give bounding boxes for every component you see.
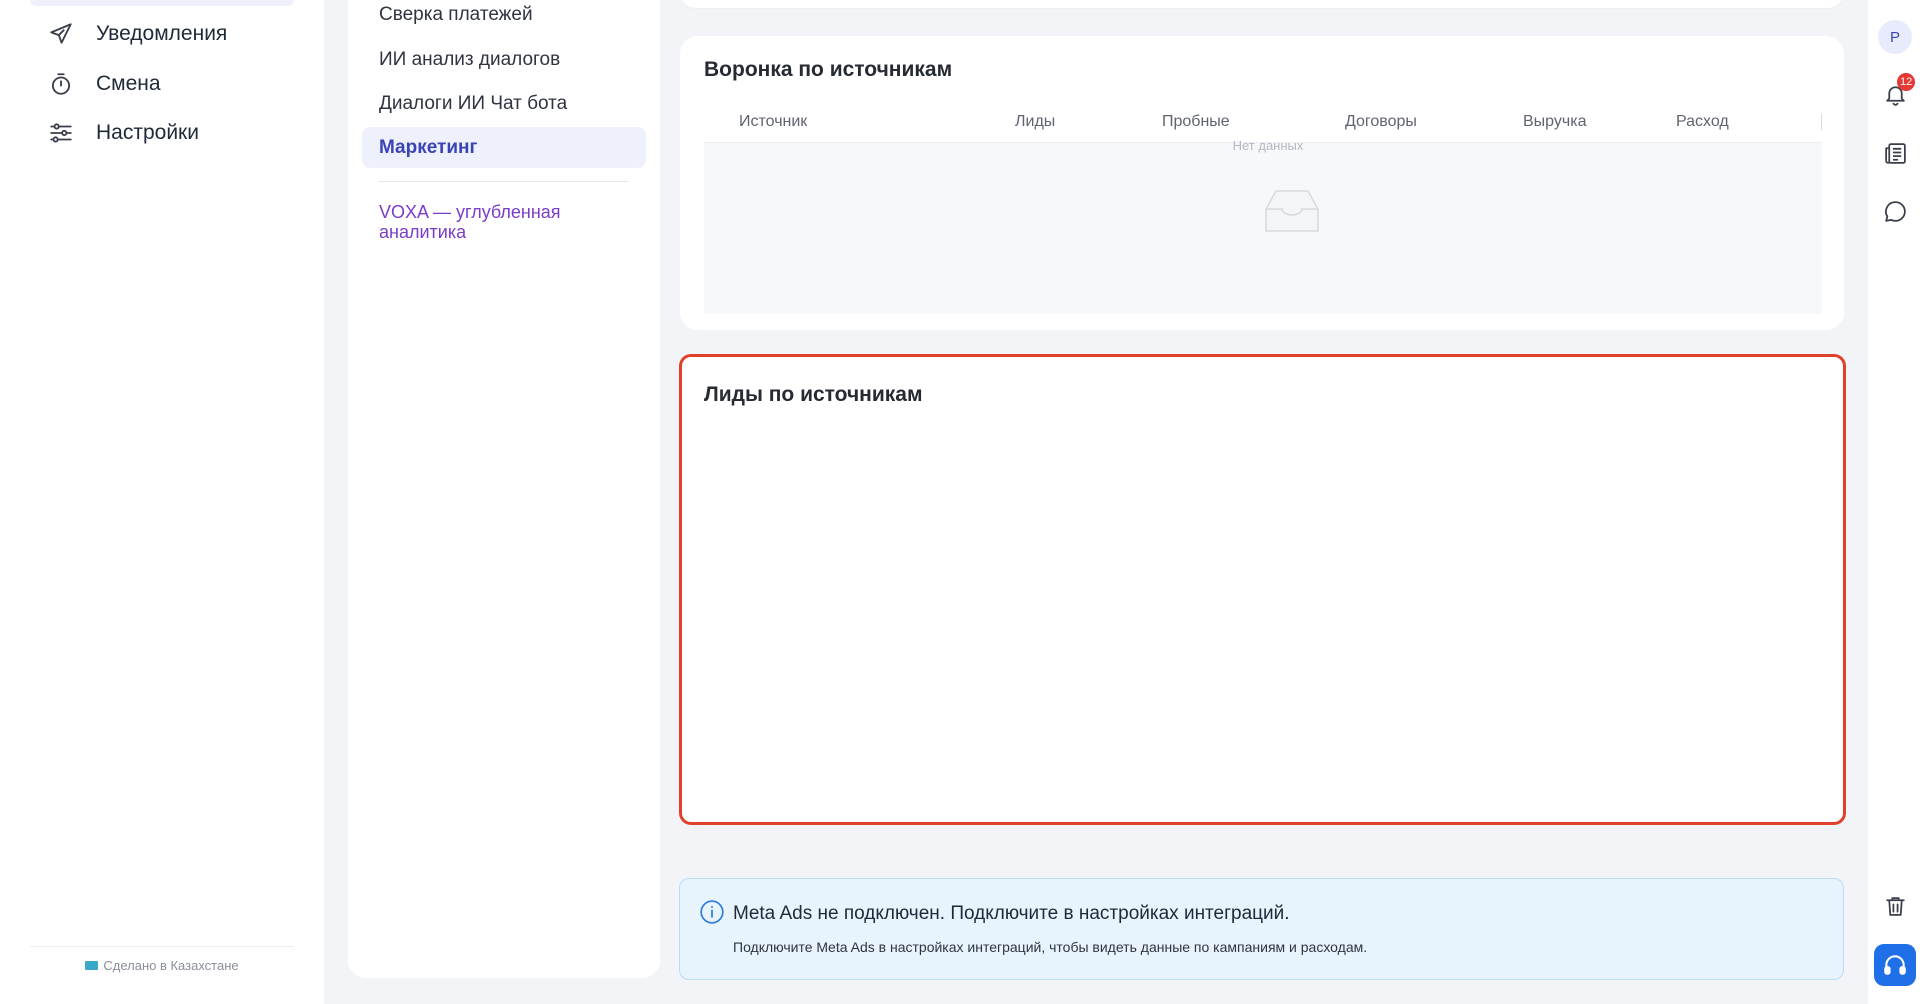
news-button[interactable]: [1881, 139, 1909, 167]
trash-icon: [1885, 896, 1905, 916]
table-body-empty: [704, 143, 1822, 314]
card-title: Лиды по источникам: [704, 383, 923, 406]
chat-button[interactable]: [1881, 197, 1909, 225]
sidebar-item-label: Уведомления: [96, 22, 228, 45]
newspaper-icon: [1884, 142, 1906, 164]
timer-icon: [46, 69, 76, 99]
user-avatar[interactable]: P: [1878, 20, 1912, 54]
sidebar-footer-divider: [30, 946, 294, 947]
info-icon: [700, 900, 724, 924]
sliders-icon: [46, 118, 76, 148]
submenu-item-marketing[interactable]: Маркетинг: [379, 137, 477, 159]
sidebar-item-label: Смена: [96, 72, 161, 95]
submenu-item-ai-chatbot-dialogs[interactable]: Диалоги ИИ Чат бота: [379, 93, 567, 115]
card-title: Воронка по источникам: [704, 58, 953, 81]
leads-by-source-card: Лиды по источникам: [679, 354, 1846, 825]
meta-ads-info-alert: Meta Ads не подключен. Подключите в наст…: [679, 878, 1844, 980]
alert-description: Подключите Meta Ads в настройках интегра…: [733, 939, 1368, 955]
sidebar-item-label: Настройки: [96, 121, 199, 144]
sidebar-item-notifications[interactable]: Уведомления: [46, 14, 227, 54]
voxa-analytics-link[interactable]: VOXA — углубленная аналитика: [379, 202, 629, 242]
funnel-by-source-card: Воронка по источникам Источник Лиды Проб…: [680, 36, 1844, 330]
support-button[interactable]: [1874, 944, 1916, 986]
submenu-item-ai-dialog-analysis[interactable]: ИИ анализ диалогов: [379, 49, 560, 71]
kazakhstan-flag-icon: [85, 961, 99, 971]
previous-card-bottom: [680, 0, 1844, 8]
sidebar-active-pill-remnant: [30, 0, 294, 6]
column-header-revenue[interactable]: Выручка: [1523, 113, 1586, 131]
submenu-divider: [378, 181, 628, 182]
column-header-expense[interactable]: Расход: [1676, 113, 1729, 131]
table-header: Источник Лиды Пробные Договоры Выручка Р…: [704, 102, 1822, 143]
column-header-contracts[interactable]: Договоры: [1345, 113, 1417, 131]
submenu-item-payment-reconciliation[interactable]: Сверка платежей: [379, 4, 533, 26]
headset-icon: [1884, 955, 1906, 975]
right-rail: P 12: [1868, 0, 1920, 1004]
analytics-submenu: Сверка платежей ИИ анализ диалогов Диало…: [348, 0, 660, 978]
empty-inbox-icon: [1265, 190, 1319, 232]
notification-count-badge: 12: [1897, 73, 1916, 91]
column-header-source[interactable]: Источник: [739, 113, 807, 131]
send-icon: [46, 19, 76, 49]
made-in-label: Сделано в Казахстане: [103, 958, 239, 973]
sidebar-item-shift[interactable]: Смена: [46, 64, 161, 104]
column-header-trials[interactable]: Пробные: [1162, 113, 1230, 131]
empty-state-text: Нет данных: [1232, 138, 1304, 153]
column-resize-handle[interactable]: [1821, 114, 1822, 130]
chat-bubble-icon: [1884, 200, 1906, 222]
trash-button[interactable]: [1881, 892, 1909, 920]
sidebar-footer: Сделано в Казахстане: [0, 958, 324, 973]
alert-title: Meta Ads не подключен. Подключите в наст…: [733, 903, 1290, 924]
sidebar-item-settings[interactable]: Настройки: [46, 113, 199, 153]
main-sidebar: Уведомления Смена Настройки Сделано в Ка…: [0, 0, 324, 1004]
column-header-leads[interactable]: Лиды: [1015, 113, 1055, 131]
